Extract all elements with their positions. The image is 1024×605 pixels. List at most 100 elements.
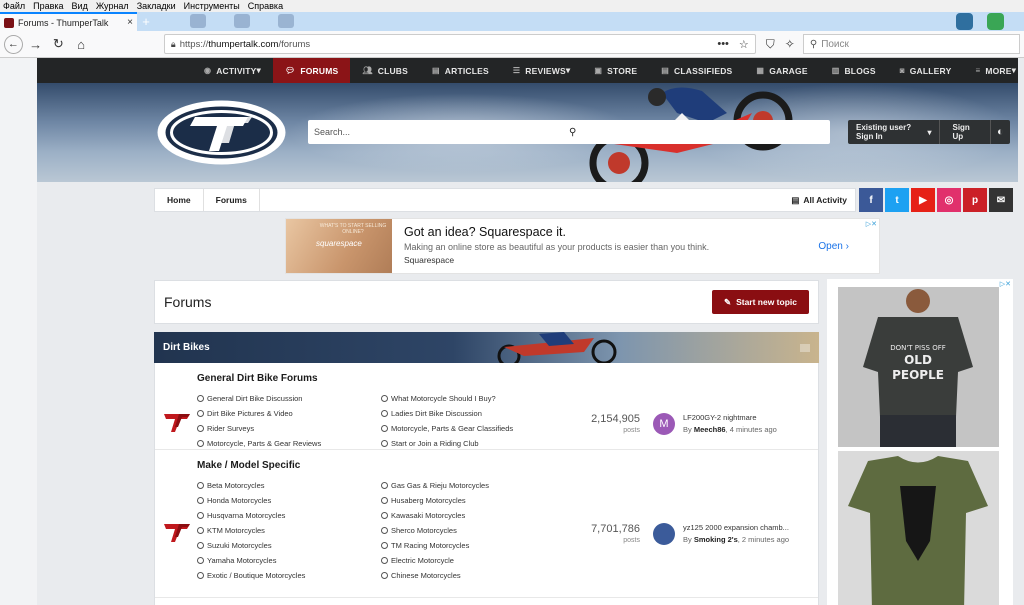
subforum-bullet-icon bbox=[381, 410, 388, 417]
subforum-link[interactable]: KTM Motorcycles bbox=[197, 525, 381, 536]
last-post-title[interactable]: LF200GY-2 nightmare bbox=[683, 412, 777, 424]
collapse-toggle-icon[interactable] bbox=[800, 343, 810, 352]
subforum-link[interactable]: Motorcycle, Parts & Gear Reviews bbox=[197, 438, 381, 449]
bookmark-star-icon[interactable]: ☆ bbox=[739, 38, 749, 51]
nav-item-more[interactable]: ≡ MORE ▾ bbox=[963, 58, 1024, 83]
subforum-link[interactable]: Rider Surveys bbox=[197, 423, 381, 434]
adchoices-icon[interactable]: ▷✕ bbox=[866, 220, 877, 228]
tab-close-icon[interactable]: × bbox=[127, 17, 133, 28]
nav-item-blogs[interactable]: ▥ BLOGS bbox=[820, 58, 888, 83]
thumpertalk-logo[interactable] bbox=[155, 99, 288, 166]
nav-item-classifieds[interactable]: ▤ CLASSIFIEDS bbox=[649, 58, 744, 83]
theme-toggle-icon[interactable]: ◐ bbox=[989, 120, 1010, 144]
desktop-right-icons bbox=[956, 13, 1004, 30]
subforum-link[interactable]: Yamaha Motorcycles bbox=[197, 555, 381, 566]
subforum-link[interactable]: Motorcycle, Parts & Gear Classifieds bbox=[381, 423, 565, 434]
subforum-link[interactable]: Electric Motorcycle bbox=[381, 555, 565, 566]
ad-product-image[interactable]: DON'T PISS OFF OLD PEOPLE bbox=[838, 287, 999, 447]
subforum-link[interactable]: Honda Motorcycles bbox=[197, 495, 381, 506]
sign-up-button[interactable]: Sign Up bbox=[940, 120, 989, 144]
all-activity-link[interactable]: ▤ All Activity bbox=[783, 195, 855, 206]
subforum-link[interactable]: What Motorcycle Should I Buy? bbox=[381, 393, 565, 404]
sidebar-advertisement[interactable]: ▷✕ DON'T PISS OFF OLD PEOPLE bbox=[827, 279, 1013, 605]
last-post-time: 2 minutes ago bbox=[741, 534, 790, 544]
forum-logo-icon bbox=[164, 414, 190, 432]
home-icon[interactable]: ⌂ bbox=[71, 34, 91, 54]
top-advertisement[interactable]: WHAT'S TO START SELLING ONLINE? squaresp… bbox=[285, 218, 880, 274]
subforum-bullet-icon bbox=[197, 410, 204, 417]
site-search-input[interactable]: Search... ⚲ bbox=[308, 120, 830, 144]
last-post: M LF200GY-2 nightmare By Meech86, 4 minu… bbox=[653, 412, 777, 436]
subforum-link[interactable]: Beta Motorcycles bbox=[197, 480, 381, 491]
page-actions-icon[interactable]: ••• bbox=[717, 38, 729, 51]
avatar[interactable] bbox=[653, 522, 675, 545]
breadcrumb-forums[interactable]: Forums bbox=[204, 189, 260, 211]
subforum-link[interactable]: Sherco Motorcycles bbox=[381, 525, 565, 536]
forward-arrow-icon[interactable]: → bbox=[26, 34, 46, 54]
chevron-right-icon: › bbox=[845, 240, 849, 252]
browser-tabstrip: Forums - ThumperTalk × + bbox=[0, 12, 1024, 31]
menu-edit[interactable]: Правка bbox=[33, 1, 63, 11]
menu-help[interactable]: Справка bbox=[248, 1, 283, 11]
last-post-title[interactable]: yz125 2000 expansion chamb... bbox=[683, 522, 789, 534]
email-icon[interactable]: ✉ bbox=[989, 188, 1013, 212]
last-post-user[interactable]: Smoking 2's bbox=[694, 535, 738, 544]
menu-tools[interactable]: Инструменты bbox=[184, 1, 240, 11]
subforum-link[interactable]: Husqvarna Motorcycles bbox=[197, 510, 381, 521]
forum-title[interactable]: Make / Model Specific bbox=[197, 460, 300, 471]
menu-file[interactable]: Файл bbox=[3, 1, 25, 11]
nav-item-articles[interactable]: ▤ ARTICLES bbox=[420, 58, 501, 83]
subforum-link[interactable]: Start or Join a Riding Club bbox=[381, 438, 565, 449]
search-icon[interactable]: ⚲ bbox=[569, 127, 824, 138]
facebook-icon[interactable]: f bbox=[859, 188, 883, 212]
extension-icon[interactable]: ✧ bbox=[785, 37, 795, 52]
browser-tab[interactable]: Forums - ThumperTalk × bbox=[0, 12, 137, 31]
subforum-link[interactable]: Suzuki Motorcycles bbox=[197, 540, 381, 551]
subforum-link[interactable]: Husaberg Motorcycles bbox=[381, 495, 565, 506]
reload-icon[interactable]: ↻ bbox=[48, 34, 68, 54]
browser-search-input[interactable]: ⚲ Поиск bbox=[802, 34, 1020, 54]
menu-bookmarks[interactable]: Закладки bbox=[137, 1, 176, 11]
subforum-bullet-icon bbox=[197, 497, 204, 504]
nav-item-clubs[interactable]: 👥︎ CLUBS bbox=[350, 58, 420, 83]
youtube-icon[interactable]: ▶ bbox=[911, 188, 935, 212]
nav-item-store[interactable]: ▣ STORE bbox=[582, 58, 649, 83]
subforum-link[interactable]: Dirt Bike Pictures & Video bbox=[197, 408, 381, 419]
nav-item-activity[interactable]: ◉ ACTIVITY ▾ bbox=[192, 58, 273, 83]
subforum-link[interactable]: Chinese Motorcycles bbox=[381, 570, 565, 581]
breadcrumb-home[interactable]: Home bbox=[155, 189, 204, 211]
twitter-icon[interactable]: t bbox=[885, 188, 909, 212]
subforum-link[interactable]: Ladies Dirt Bike Discussion bbox=[381, 408, 565, 419]
avatar[interactable]: M bbox=[653, 413, 675, 435]
nav-item-gallery[interactable]: ◙ GALLERY bbox=[888, 58, 964, 83]
subforum-link[interactable]: Kawasaki Motorcycles bbox=[381, 510, 565, 521]
pinterest-icon[interactable]: p bbox=[963, 188, 987, 212]
new-tab-button[interactable]: + bbox=[137, 13, 155, 31]
subforum-link[interactable]: General Dirt Bike Discussion bbox=[197, 393, 381, 404]
subforum-bullet-icon bbox=[197, 425, 204, 432]
address-bar[interactable]: 🔒︎ https://thumpertalk.com/forums ••• ☆ bbox=[163, 34, 756, 54]
instagram-icon[interactable]: ◎ bbox=[937, 188, 961, 212]
lock-icon: 🔒︎ bbox=[170, 38, 176, 49]
subforum-link[interactable]: TM Racing Motorcycles bbox=[381, 540, 565, 551]
nav-item-garage[interactable]: ▦ GARAGE bbox=[744, 58, 819, 83]
sign-in-button[interactable]: Existing user? Sign In ▾ bbox=[848, 120, 941, 144]
ad-product-image[interactable] bbox=[838, 451, 999, 605]
nav-item-forums[interactable]: 💬︎ FORUMS bbox=[272, 58, 351, 83]
forum-title[interactable]: General Dirt Bike Forums bbox=[197, 373, 318, 384]
site-nav: ◉ ACTIVITY ▾ 💬︎ FORUMS 👥︎ CLUBS ▤ ARTICLES ☰ REVI… bbox=[37, 58, 1018, 83]
shield-icon[interactable]: ⛉ bbox=[766, 37, 775, 52]
subforum-link[interactable]: Gas Gas & Rieju Motorcycles bbox=[381, 480, 565, 491]
svg-text:DON'T PISS OFF: DON'T PISS OFF bbox=[890, 344, 946, 352]
caret-down-icon: ▾ bbox=[1011, 65, 1017, 75]
back-arrow-icon[interactable]: ← bbox=[4, 34, 23, 54]
start-new-topic-button[interactable]: ✎ Start new topic bbox=[711, 290, 809, 314]
menu-view[interactable]: Вид bbox=[72, 1, 88, 11]
menu-history[interactable]: Журнал bbox=[96, 1, 129, 11]
adchoices-icon[interactable]: ▷✕ bbox=[1000, 280, 1011, 288]
subforum-bullet-icon bbox=[381, 572, 388, 579]
last-post-user[interactable]: Meech86 bbox=[694, 425, 726, 434]
nav-item-reviews[interactable]: ☰ REVIEWS ▾ bbox=[501, 58, 582, 83]
subforum-link[interactable]: Exotic / Boutique Motorcycles bbox=[197, 570, 381, 581]
blog-icon: ▥ bbox=[831, 66, 840, 75]
